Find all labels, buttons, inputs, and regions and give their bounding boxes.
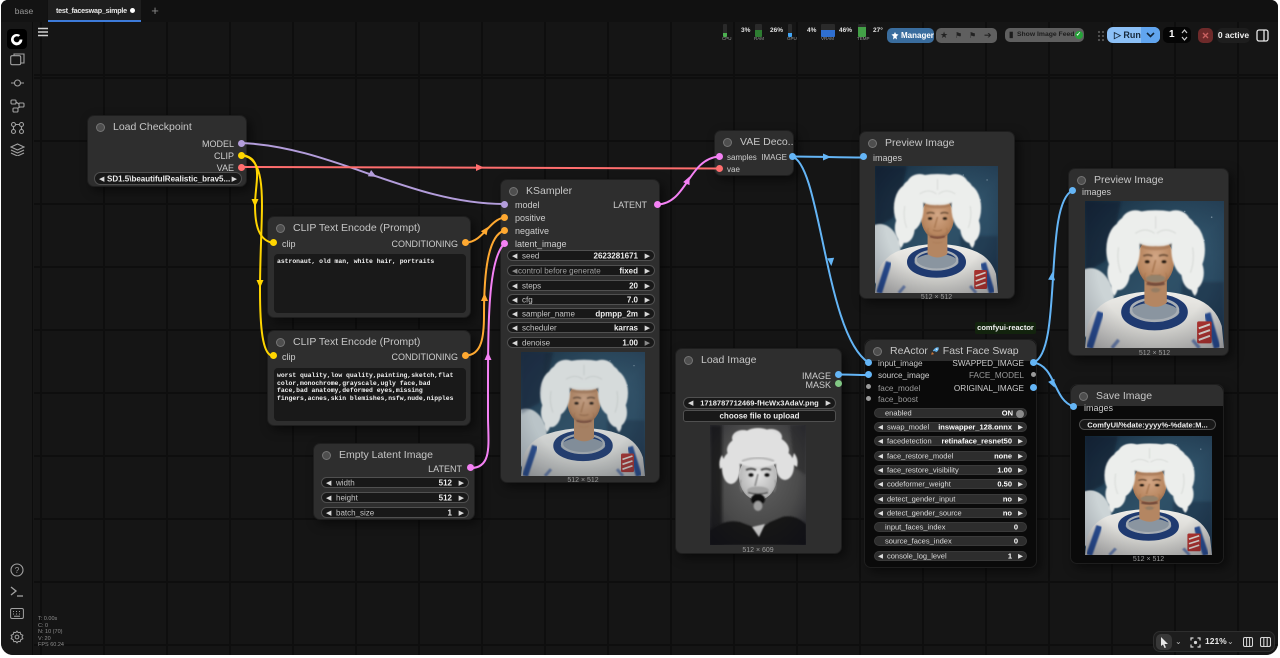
svg-text:?: ? xyxy=(15,566,20,575)
